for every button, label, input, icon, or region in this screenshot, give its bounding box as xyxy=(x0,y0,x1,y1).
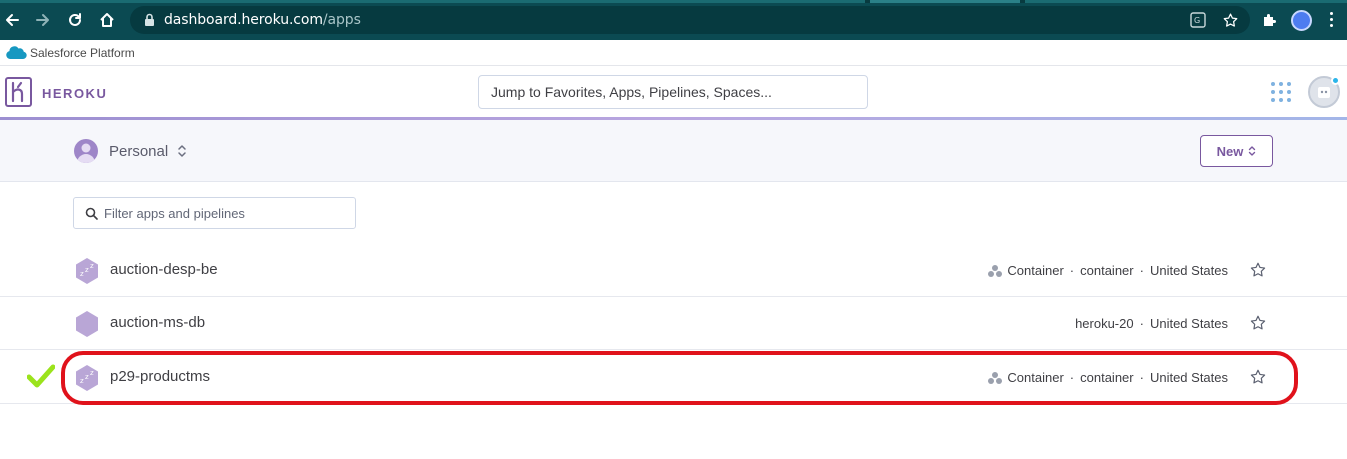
filter-input[interactable] xyxy=(104,198,349,228)
translate-icon[interactable]: G xyxy=(1189,11,1207,29)
browser-menu-icon[interactable] xyxy=(1330,12,1334,28)
salesforce-cloud-icon xyxy=(5,45,27,65)
stack-type: container xyxy=(1080,263,1134,278)
app-row[interactable]: auction-ms-db heroku-20 · United States xyxy=(0,297,1347,350)
home-icon[interactable] xyxy=(97,10,117,30)
container-stack-icon xyxy=(987,371,1003,385)
star-outline-icon[interactable] xyxy=(1249,368,1267,386)
stack-label: Container xyxy=(1007,370,1064,385)
svg-text:z: z xyxy=(85,373,89,381)
puzzle-icon[interactable] xyxy=(1261,11,1279,29)
zzz-icon: zzz xyxy=(75,258,99,284)
app-meta: Container · container · United States xyxy=(987,263,1228,278)
jump-search-input[interactable] xyxy=(479,76,867,108)
chevron-updown-icon[interactable] xyxy=(177,144,187,163)
svg-text:G: G xyxy=(1194,16,1200,25)
heroku-logo-icon[interactable] xyxy=(5,77,32,107)
stack-type: heroku-20 xyxy=(1075,316,1134,331)
app-meta: heroku-20 · United States xyxy=(1075,316,1228,331)
svg-text:z: z xyxy=(90,369,94,377)
stack-type: container xyxy=(1080,370,1134,385)
jump-search-field[interactable] xyxy=(478,75,868,109)
star-outline-icon[interactable] xyxy=(1249,261,1267,279)
forward-icon[interactable] xyxy=(33,10,53,30)
url-host: dashboard.heroku.com xyxy=(164,12,323,28)
region: United States xyxy=(1149,370,1228,385)
stack-label: Container xyxy=(1007,263,1064,278)
new-button-label: New xyxy=(1216,143,1244,159)
notification-dot xyxy=(1331,76,1340,85)
chevron-updown-icon xyxy=(1249,146,1256,156)
app-name[interactable]: auction-desp-be xyxy=(110,261,218,278)
zzz-icon: zzz xyxy=(75,365,99,391)
app-name[interactable]: auction-ms-db xyxy=(110,314,205,331)
app-hex-icon xyxy=(75,311,99,337)
svg-text:z: z xyxy=(90,262,94,270)
grid-icon[interactable] xyxy=(1271,82,1291,102)
container-stack-icon xyxy=(987,264,1003,278)
url-text[interactable]: dashboard.heroku.com/apps xyxy=(164,12,361,28)
heroku-brand-name[interactable]: HEROKU xyxy=(42,86,107,101)
svg-text:z: z xyxy=(80,377,84,385)
checkmark-icon xyxy=(26,364,56,393)
reload-icon[interactable] xyxy=(65,10,85,30)
salesforce-platform-label[interactable]: Salesforce Platform xyxy=(30,46,135,60)
personal-account-icon[interactable] xyxy=(74,139,98,163)
region: United States xyxy=(1149,263,1228,278)
account-bar xyxy=(0,120,1347,182)
app-row[interactable]: zzz auction-desp-be Container · containe… xyxy=(0,244,1347,297)
app-row[interactable]: zzz p29-productms Container · container … xyxy=(0,351,1347,404)
app-meta: Container · container · United States xyxy=(987,370,1228,385)
search-icon xyxy=(85,207,98,225)
bookmark-star-icon[interactable] xyxy=(1221,11,1239,29)
app-name[interactable]: p29-productms xyxy=(110,368,210,385)
browser-profile-avatar[interactable] xyxy=(1291,10,1312,31)
star-outline-icon[interactable] xyxy=(1249,314,1267,332)
filter-field[interactable] xyxy=(73,197,356,229)
back-icon[interactable] xyxy=(2,10,22,30)
tab-strip xyxy=(0,0,1347,3)
salesforce-bar xyxy=(0,40,1347,66)
url-path: /apps xyxy=(322,12,361,28)
svg-text:z: z xyxy=(80,270,84,278)
region: United States xyxy=(1149,316,1228,331)
new-button[interactable]: New xyxy=(1200,135,1273,167)
lock-icon[interactable] xyxy=(144,13,155,32)
account-switcher-label[interactable]: Personal xyxy=(109,143,168,160)
svg-text:z: z xyxy=(85,266,89,274)
